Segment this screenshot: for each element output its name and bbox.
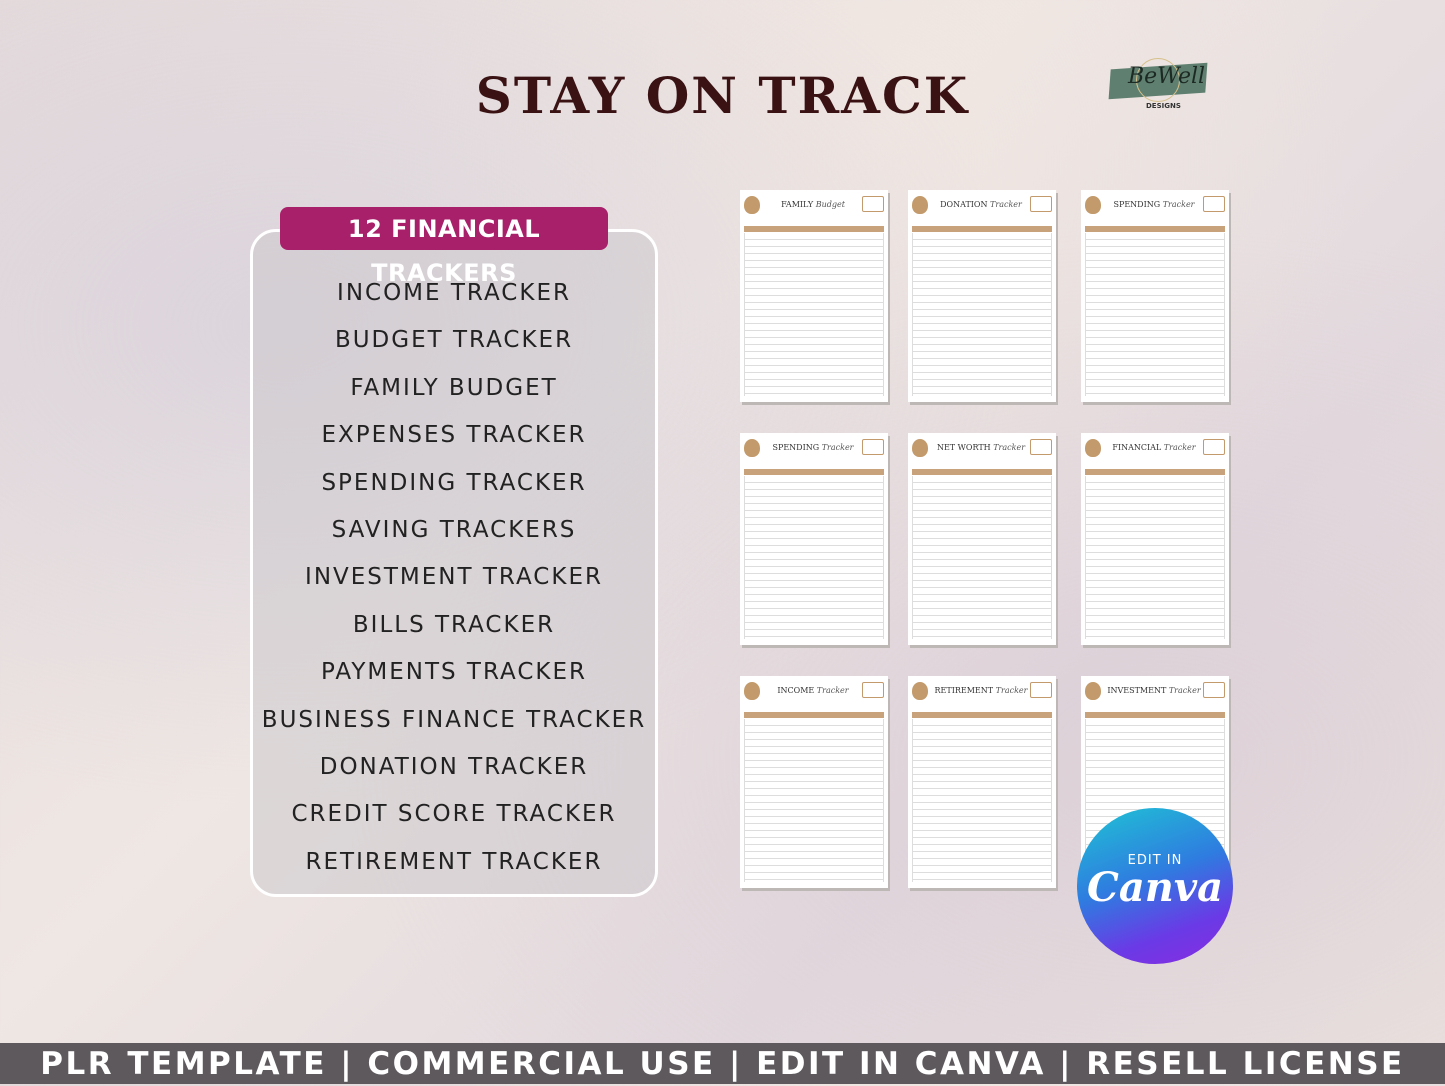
preview-header-bar: [912, 469, 1052, 475]
tracker-list-item: SAVING TRACKERS: [331, 516, 577, 543]
tracker-list-item: INCOME TRACKER: [337, 280, 571, 306]
preview-title: SPENDING Tracker: [1105, 200, 1203, 209]
bewell-logo: BeWell DESIGNS: [1108, 58, 1208, 114]
cash-icon: [1030, 682, 1052, 698]
tracker-preview: SPENDING Tracker: [1081, 190, 1229, 402]
tracker-preview: DONATION Tracker: [908, 190, 1056, 402]
preview-script: Tracker: [1162, 200, 1195, 209]
tracker-list-item: FAMILY BUDGET: [350, 374, 558, 401]
tracker-list-item: RETIREMENT TRACKER: [305, 848, 603, 875]
preview-header-bar: [912, 712, 1052, 718]
preview-header-bar: [744, 712, 884, 718]
edit-in-canva-badge[interactable]: EDIT IN Canva: [1077, 808, 1233, 964]
preview-script: Tracker: [821, 443, 854, 452]
tracker-preview: FAMILY Budget: [740, 190, 888, 402]
cash-icon: [1030, 439, 1052, 455]
tracker-preview: FINANCIAL Tracker: [1081, 433, 1229, 645]
money-bag-icon: [744, 439, 760, 457]
preview-title: SPENDING Tracker: [764, 443, 862, 452]
preview-title: INVESTMENT Tracker: [1105, 686, 1203, 695]
tracker-list-item: CREDIT SCORE TRACKER: [291, 801, 617, 828]
footer-banner: PLR TEMPLATE | COMMERCIAL USE | EDIT IN …: [0, 1043, 1445, 1084]
tracker-list-item: DONATION TRACKER: [319, 753, 589, 780]
preview-rows: [1085, 233, 1225, 396]
tracker-list-item: BUDGET TRACKER: [334, 327, 574, 354]
page-title: STAY ON TRACK: [475, 66, 970, 125]
cash-icon: [862, 682, 884, 698]
cash-icon: [1203, 439, 1225, 455]
preview-rows: [744, 719, 884, 882]
trackers-list: INCOME TRACKER BUDGET TRACKER FAMILY BUDGE…: [250, 272, 658, 888]
logo-script: BeWell: [1128, 64, 1206, 89]
trackers-badge: 12 FINANCIAL TRACKERS: [280, 207, 608, 287]
preview-name: FINANCIAL: [1112, 443, 1162, 452]
preview-header-bar: [1085, 226, 1225, 232]
preview-script: Tracker: [1168, 686, 1201, 695]
preview-title: NET WORTH Tracker: [932, 443, 1030, 452]
money-bag-icon: [744, 682, 760, 700]
canva-logo-text: Canva: [1087, 864, 1223, 911]
money-bag-icon: [912, 439, 928, 457]
preview-name: SPENDING: [1113, 200, 1161, 209]
tracker-list-item: BILLS TRACKER: [352, 611, 556, 638]
money-bag-icon: [912, 682, 928, 700]
preview-title: INCOME Tracker: [764, 686, 862, 695]
money-bag-icon: [1085, 682, 1101, 700]
tracker-list-item: SPENDING TRACKER: [321, 469, 587, 496]
preview-name: FAMILY: [781, 200, 814, 209]
preview-script: Tracker: [995, 686, 1028, 695]
preview-name: NET WORTH: [936, 443, 991, 452]
tracker-list-item: BUSINESS FINANCE TRACKER: [261, 706, 647, 733]
preview-name: SPENDING: [772, 443, 820, 452]
money-bag-icon: [1085, 439, 1101, 457]
preview-script: Tracker: [990, 200, 1022, 209]
cash-icon: [862, 439, 884, 455]
preview-header-bar: [912, 226, 1052, 232]
money-bag-icon: [912, 196, 928, 214]
preview-header-bar: [744, 226, 884, 232]
tracker-list-item: PAYMENTS TRACKER: [320, 659, 588, 686]
tracker-preview: INCOME Tracker: [740, 676, 888, 888]
preview-script: Tracker: [1163, 443, 1196, 452]
preview-name: INVESTMENT: [1107, 686, 1167, 695]
preview-header-bar: [744, 469, 884, 475]
tracker-list-item: EXPENSES TRACKER: [321, 422, 587, 449]
preview-rows: [744, 476, 884, 639]
logo-subtitle: DESIGNS: [1146, 102, 1181, 110]
preview-name: DONATION: [940, 200, 988, 209]
preview-rows: [912, 719, 1052, 882]
cash-icon: [1030, 196, 1052, 212]
money-bag-icon: [1085, 196, 1101, 214]
preview-name: INCOME: [777, 686, 815, 695]
money-bag-icon: [744, 196, 760, 214]
preview-title: FINANCIAL Tracker: [1105, 443, 1203, 452]
preview-rows: [1085, 476, 1225, 639]
preview-script: Tracker: [993, 443, 1026, 452]
cash-icon: [1203, 682, 1225, 698]
tracker-preview: SPENDING Tracker: [740, 433, 888, 645]
tracker-preview: NET WORTH Tracker: [908, 433, 1056, 645]
preview-rows: [912, 476, 1052, 639]
preview-script: Tracker: [816, 686, 849, 695]
preview-rows: [912, 233, 1052, 396]
preview-title: FAMILY Budget: [764, 200, 862, 209]
cash-icon: [862, 196, 884, 212]
tracker-list-item: INVESTMENT TRACKER: [305, 564, 603, 591]
cash-icon: [1203, 196, 1225, 212]
preview-header-bar: [1085, 469, 1225, 475]
preview-header-bar: [1085, 712, 1225, 718]
preview-name: RETIREMENT: [934, 686, 994, 695]
tracker-preview: RETIREMENT Tracker: [908, 676, 1056, 888]
preview-title: DONATION Tracker: [932, 200, 1030, 209]
preview-title: RETIREMENT Tracker: [932, 686, 1030, 695]
preview-rows: [744, 233, 884, 396]
preview-script: Budget: [815, 200, 845, 209]
